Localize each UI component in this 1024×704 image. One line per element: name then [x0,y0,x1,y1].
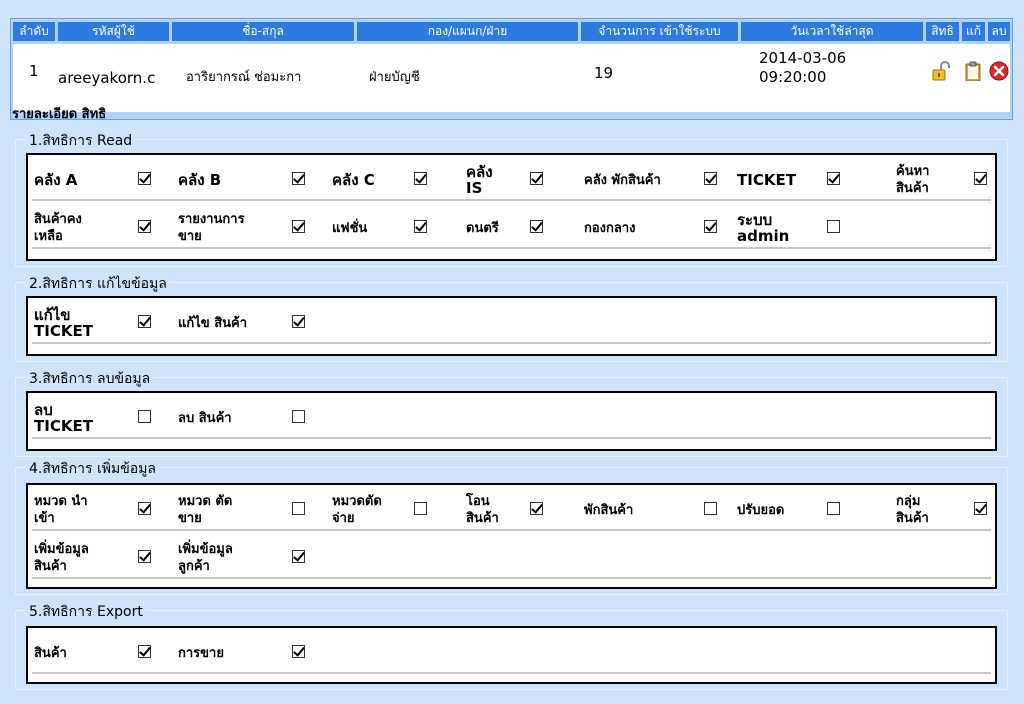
perm-checkbox[interactable] [292,502,305,515]
section-delete-panel: ลบ TICKET ลบ สินค้า [26,391,997,451]
perm-label: พักสินค้า [584,502,634,518]
perm-checkbox[interactable] [704,172,717,185]
perm-label: แฟชั่น [332,220,368,236]
row-last-used: 2014-03-06 09:20:00 [759,49,847,86]
user-row [13,44,1010,112]
perm-checkbox[interactable] [827,220,840,233]
perm-checkbox[interactable] [138,315,151,328]
perm-checkbox[interactable] [138,645,151,658]
perm-checkbox[interactable] [414,172,427,185]
section-export-panel: สินค้า การขาย [26,626,997,684]
perm-label: เพิ่มข้อมูล ลูกค้า [178,542,233,574]
section-add-panel: หมวด นำ เข้า หมวด ตัด ขาย หมวดตัด จ่าย โ… [26,483,997,589]
header-login-count: จำนวนการ เข้าใช้ระบบ [581,22,738,41]
section-read-panel: คลัง A คลัง B คลัง C คลัง IS คลัง พักสิน… [26,153,997,261]
perm-label: TICKET [737,171,796,189]
perm-checkbox[interactable] [138,220,151,233]
perm-label: กองกลาง [584,220,636,236]
perm-checkbox[interactable] [827,502,840,515]
perm-checkbox[interactable] [138,550,151,563]
perm-checkbox[interactable] [138,172,151,185]
section-title: 4.สิทธิการ เพิ่มข้อมูล [26,458,160,480]
row-username: areeyakorn.c [58,69,156,87]
perm-checkbox[interactable] [414,502,427,515]
perm-label: แก้ไข TICKET [34,306,93,340]
perm-checkbox[interactable] [530,220,543,233]
perm-label: คลัง C [332,171,375,189]
perm-label: ลบ TICKET [34,401,93,435]
perm-row: คลัง A คลัง B คลัง C คลัง IS คลัง พักสิน… [32,159,991,201]
perm-label: แก้ไข สินค้า [178,315,248,331]
perm-checkbox[interactable] [292,172,305,185]
header-index: ลำดับ [13,22,55,41]
perm-checkbox[interactable] [138,502,151,515]
perm-checkbox[interactable] [292,315,305,328]
perm-label: หมวด ตัด ขาย [178,494,233,526]
section-title: 2.สิทธิการ แก้ไขข้อมูล [26,273,170,295]
perm-checkbox[interactable] [827,172,840,185]
section-delete: 3.สิทธิการ ลบข้อมูล ลบ TICKET ลบ สินค้า [15,368,1008,457]
perm-label: ระบบ admin [737,211,790,245]
perm-row: เพิ่มข้อมูล สินค้า เพิ่มข้อมูล ลูกค้า [32,537,991,579]
perm-label: ปรับยอด [737,502,785,518]
perm-checkbox[interactable] [292,550,305,563]
row-login-count: 19 [594,64,614,82]
section-title: 3.สิทธิการ ลบข้อมูล [26,368,154,390]
perm-label: ลบ สินค้า [178,410,232,426]
clipboard-icon[interactable] [963,61,983,82]
perm-checkbox[interactable] [530,502,543,515]
row-index: 1 [29,62,39,80]
perm-label: ดนตรี [466,220,499,236]
section-edit: 2.สิทธิการ แก้ไขข้อมูล แก้ไข TICKET แก้ไ… [15,273,1008,362]
perm-checkbox[interactable] [292,410,305,423]
section-edit-panel: แก้ไข TICKET แก้ไข สินค้า [26,296,997,356]
header-edit: แก้ [962,22,985,41]
section-add: 4.สิทธิการ เพิ่มข้อมูล หมวด นำ เข้า หมวด… [15,458,1008,595]
perm-label: สินค้าคง เหลือ [34,212,82,244]
perm-checkbox[interactable] [704,220,717,233]
delete-icon[interactable] [989,61,1009,81]
perm-label: สินค้า [34,645,67,661]
perm-label: คลัง B [178,171,222,189]
perm-label: หมวด นำ เข้า [34,494,88,526]
detail-title: รายละเอียด สิทธิ [12,107,107,122]
perm-checkbox[interactable] [704,502,717,515]
perm-checkbox[interactable] [414,220,427,233]
perm-row: ลบ TICKET ลบ สินค้า [32,397,991,439]
perm-label: การขาย [178,645,224,661]
perm-checkbox[interactable] [138,410,151,423]
perm-label: คลัง พักสินค้า [584,172,661,188]
perm-label: โอน สินค้า [466,494,499,526]
user-table: ลำดับ รหัสผู้ใช้ ชื่อ-สกุล กอง/แผนก/ฝ่าย… [10,18,1013,120]
perm-label: คลัง A [34,171,78,189]
row-department: ฝ่ายบัญชี [369,70,420,85]
section-title: 1.สิทธิการ Read [26,130,136,152]
perm-label: หมวดตัด จ่าย [332,494,382,526]
header-delete: ลบ [988,22,1010,41]
section-title: 5.สิทธิการ Export [26,601,146,623]
perm-checkbox[interactable] [292,220,305,233]
section-export: 5.สิทธิการ Export สินค้า การขาย [15,601,1008,690]
perm-row: สินค้า การขาย [32,632,991,674]
header-username: รหัสผู้ใช้ [58,22,169,41]
header-department: กอง/แผนก/ฝ่าย [357,22,578,41]
perm-label: เพิ่มข้อมูล สินค้า [34,542,89,574]
unlock-icon[interactable] [931,61,951,81]
header-fullname: ชื่อ-สกุล [172,22,354,41]
perm-label: รายงานการ ขาย [178,212,245,244]
perm-label: คลัง IS [466,163,493,197]
perm-checkbox[interactable] [292,645,305,658]
perm-checkbox[interactable] [530,172,543,185]
header-rights: สิทธิ [926,22,959,41]
perm-checkbox[interactable] [974,502,987,515]
header-last-used: วันเวลาใช้ล่าสุด [741,22,923,41]
perm-row: หมวด นำ เข้า หมวด ตัด ขาย หมวดตัด จ่าย โ… [32,489,991,531]
row-fullname: อาริยากรณ์ ช่อมะกา [186,70,302,85]
perm-row: แก้ไข TICKET แก้ไข สินค้า [32,302,991,344]
perm-checkbox[interactable] [974,172,987,185]
section-read: 1.สิทธิการ Read คลัง A คลัง B คลัง C คลั… [15,130,1008,267]
perm-row: สินค้าคง เหลือ รายงานการ ขาย แฟชั่น ดนตร… [32,207,991,249]
